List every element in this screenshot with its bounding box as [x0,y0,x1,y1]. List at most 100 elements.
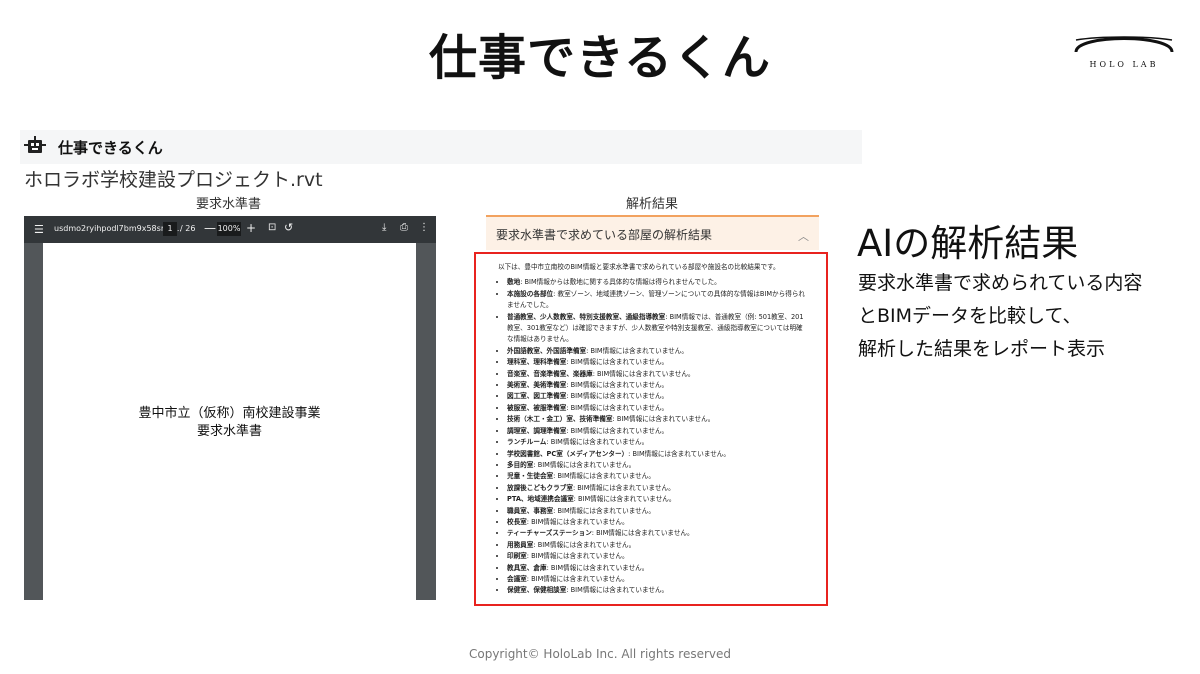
result-list-item: 職員室、事務室: BIM情報には含まれていません。 [507,506,808,517]
slide-title: 仕事できるくん [428,30,772,86]
result-item-name: 美術室、美術準備室 [507,381,567,390]
annotation-description: 要求水準書で求められている内容 とBIMデータを比較して、 解析した結果をレポー… [858,267,1198,366]
annotation-line: 解析した結果をレポート表示 [858,338,1106,360]
page-number-input[interactable]: 1 [163,222,177,236]
result-item-text: : BIM情報には含まれていません。 [566,392,669,401]
zoom-input[interactable]: 100% [217,222,241,236]
result-list-item: 印刷室: BIM情報には含まれていません。 [507,551,808,562]
results-label: 解析結果 [626,197,679,212]
result-item-name: PTA、地域連携会議室 [507,495,574,504]
result-item-name: 本施設の各部位 [507,289,554,298]
result-item-name: 校長室 [507,517,527,526]
result-list-item: 被服室、被服準備室: BIM情報には含まれていません。 [507,403,808,414]
result-list-item: 児童・生徒会室: BIM情報には含まれていません。 [507,471,808,482]
pdf-page: 豊中市立（仮称）南校建設事業 要求水準書 [43,243,416,600]
result-item-name: 印刷室 [507,552,527,561]
zoom-out-button[interactable]: — [204,221,216,235]
result-item-text: : BIM情報には含まれていません。 [526,574,629,583]
result-content-highlight: 以下は、豊中市立南校のBIM情報と要求水準書で求められている部屋や施設名の比較結… [474,252,828,606]
download-icon[interactable]: ⤓ [382,222,386,233]
result-list-item: 校長室: BIM情報には含まれていません。 [507,517,808,528]
result-item-name: 用務員室 [507,540,534,549]
holo-lab-logo: HOLO LAB [1070,30,1178,76]
result-item-name: 児童・生徒会室 [507,472,554,481]
file-name: ホロラボ学校建設プロジェクト.rvt [24,169,323,191]
result-item-name: ティーチャーズステーション [507,529,592,538]
more-options-icon[interactable]: ⋮ [419,222,429,233]
result-list-item: 外国語教室、外国語準備室: BIM情報には含まれていません。 [507,346,808,357]
result-item-name: 教具室、倉庫 [507,563,547,572]
result-item-text: : BIM情報には含まれていません。 [586,346,688,355]
app-header: 仕事できるくん [20,130,862,164]
result-list-item: 普通教室、少人数教室、特別支援教室、通級指導教室: BIM情報では、普通教室（例… [507,312,808,346]
result-item-name: 技術（木工・金工）室、技術準備室 [507,415,613,424]
annotation-heading: AIの解析結果 [857,222,1079,265]
result-list-item: 会議室: BIM情報には含まれていません。 [507,574,808,585]
annotation-line: とBIMデータを比較して、 [858,305,1082,327]
print-icon[interactable]: ⎙ [400,222,408,233]
result-list-item: 敷地: BIM情報からは敷地に関する具体的な情報は得られませんでした。 [507,277,808,288]
menu-icon[interactable]: ☰ [34,223,44,236]
result-item-text: : BIM情報には含まれていません。 [553,506,655,515]
logo-text: HOLO LAB [1089,60,1159,69]
pdf-viewer[interactable]: ☰ usdmo2ryihpodl7bm9x58sr5q... 1 / 26 — … [24,216,436,600]
result-item-text: : BIM情報には含まれていません。 [566,403,669,412]
result-item-text: : BIM情報には含まれていません。 [533,540,636,549]
result-item-text: : BIM情報には含まれていません。 [533,460,636,469]
result-item-text: : BIM情報には含まれていません。 [526,552,629,561]
result-list-item: 理科室、理科準備室: BIM情報には含まれていません。 [507,357,808,368]
result-content: 以下は、豊中市立南校のBIM情報と要求水準書で求められている部屋や施設名の比較結… [498,262,808,597]
requirements-label: 要求水準書 [196,197,262,212]
fit-page-icon[interactable]: ⊡ [268,222,276,233]
result-list-item: 学校図書館、PC室（メディアセンター）: BIM情報には含まれていません。 [507,449,808,460]
result-item-name: 多目的室 [507,460,534,469]
result-item-name: 放課後こどもクラブ室 [507,483,573,492]
result-item-text: : BIM情報には含まれていません。 [526,517,629,526]
result-item-text: : BIM情報には含まれていません。 [553,472,655,481]
result-list-item: 図工室、図工準備室: BIM情報には含まれていません。 [507,391,808,402]
result-item-text: : BIM情報には含まれていません。 [566,381,669,390]
result-list-item: 本施設の各部位: 教室ゾーン、地域連携ゾーン、管理ゾーンについての具体的な情報は… [507,289,808,312]
result-list-item: 音楽室、音楽準備室、楽器庫: BIM情報には含まれていません。 [507,369,808,380]
result-list-item: 用務員室: BIM情報には含まれていません。 [507,540,808,551]
result-list-item: ティーチャーズステーション: BIM情報には含まれていません。 [507,528,808,539]
result-item-text: : BIM情報には含まれていません。 [572,483,675,492]
result-item-name: ランチルーム [507,438,547,447]
result-item-text: : BIM情報には含まれていません。 [546,438,649,447]
chevron-up-icon[interactable]: ︿ [798,228,809,244]
result-item-name: 保健室、保健相談室 [507,586,567,595]
result-item-name: 職員室、事務室 [507,506,554,515]
result-item-name: 音楽室、音楽準備室、楽器庫 [507,369,593,378]
result-list-item: ランチルーム: BIM情報には含まれていません。 [507,437,808,448]
result-item-name: 外国語教室、外国語準備室 [507,346,587,355]
result-item-text: : BIM情報からは敷地に関する具体的な情報は得られませんでした。 [520,278,721,287]
pdf-page-line: 豊中市立（仮称）南校建設事業 [138,406,321,421]
expander-title: 要求水準書で求めている部屋の解析結果 [496,228,713,242]
zoom-in-button[interactable]: + [246,221,256,235]
pdf-toolbar: ☰ usdmo2ryihpodl7bm9x58sr5q... 1 / 26 — … [24,216,436,243]
result-item-text: : BIM情報には含まれていません。 [591,529,694,538]
rotate-icon[interactable]: ↺ [284,221,293,234]
result-item-text: : BIM情報には含まれていません。 [566,426,669,435]
result-item-text: : BIM情報には含まれていません。 [566,586,669,595]
result-item-name: 学校図書館、PC室（メディアセンター） [507,449,629,458]
result-item-text: : BIM情報には含まれていません。 [546,563,649,572]
page-total: / 26 [180,224,196,233]
result-item-name: 図工室、図工準備室 [507,392,567,401]
robot-icon [24,135,46,157]
result-list-item: 放課後こどもクラブ室: BIM情報には含まれていません。 [507,483,808,494]
result-item-text: : BIM情報には含まれていません。 [612,415,715,424]
pdf-page-line: 要求水準書 [196,424,262,439]
result-item-name: 調理室、調理準備室 [507,426,567,435]
pdf-page-title: 豊中市立（仮称）南校建設事業 要求水準書 [43,405,416,441]
result-item-text: : BIM情報には含まれていません。 [573,495,676,504]
result-item-text: : BIM情報には含まれていません。 [592,369,695,378]
result-expander-header[interactable]: 要求水準書で求めている部屋の解析結果 ︿ [486,215,819,250]
result-list-item: PTA、地域連携会議室: BIM情報には含まれていません。 [507,494,808,505]
result-item-name: 敷地 [507,278,521,287]
result-list-item: 教具室、倉庫: BIM情報には含まれていません。 [507,563,808,574]
result-list: 敷地: BIM情報からは敷地に関する具体的な情報は得られませんでした。本施設の各… [498,277,808,596]
result-list-item: 技術（木工・金工）室、技術準備室: BIM情報には含まれていません。 [507,414,808,425]
result-item-name: 会議室 [507,574,527,583]
result-intro: 以下は、豊中市立南校のBIM情報と要求水準書で求められている部屋や施設名の比較結… [498,263,780,271]
